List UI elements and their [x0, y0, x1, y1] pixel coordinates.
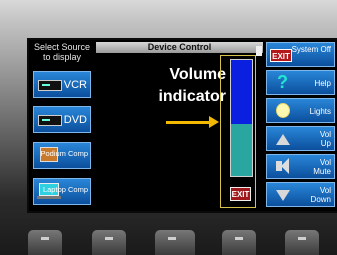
triangle-down-icon — [276, 190, 290, 201]
volume-bar-empty-portion — [231, 60, 252, 124]
vol-up-button[interactable]: Vol Up — [266, 126, 335, 151]
help-label: Help — [314, 79, 331, 88]
lights-label: Lights — [309, 107, 331, 116]
triangle-up-icon — [276, 134, 290, 145]
source-laptop-button[interactable]: Laptop Comp — [33, 178, 91, 205]
source-dvd-label: DVD — [63, 114, 87, 126]
source-panel-title: Select Source to display — [33, 42, 91, 62]
control-exit-button[interactable]: EXIT — [230, 187, 251, 201]
annotation-arrow — [166, 121, 210, 124]
panel-divider — [256, 46, 262, 56]
hardware-button[interactable] — [92, 230, 126, 255]
hardware-button[interactable] — [28, 230, 62, 255]
hardware-button-led — [298, 237, 306, 240]
source-laptop-label: Laptop Comp — [42, 185, 88, 194]
source-podium-label: Podium Comp — [40, 149, 88, 158]
hardware-button[interactable] — [155, 230, 195, 255]
lights-button[interactable]: Lights — [266, 98, 335, 123]
source-dvd-button[interactable]: DVD — [33, 106, 91, 133]
volume-indicator-annotation: Volume indicator — [158, 66, 226, 105]
hardware-button-led — [105, 237, 113, 240]
touch-screen: Select Source to display VCR DVD Podium … — [27, 38, 337, 213]
system-off-label: System Off — [291, 45, 331, 54]
hardware-button-led — [235, 237, 243, 240]
device-control-panel: Device Control Volume indicator EXIT — [96, 42, 263, 210]
speaker-mute-icon — [276, 158, 289, 174]
system-exit-icon: EXIT — [270, 49, 292, 62]
system-panel: EXIT System Off ? Help Lights Vol Up Vol… — [266, 42, 335, 210]
dvd-icon — [38, 115, 62, 126]
touch-panel-device: Select Source to display VCR DVD Podium … — [0, 0, 337, 255]
source-vcr-button[interactable]: VCR — [33, 71, 91, 98]
help-button[interactable]: ? Help — [266, 70, 335, 95]
vol-mute-button[interactable]: Vol Mute — [266, 154, 335, 179]
system-off-button[interactable]: EXIT System Off — [266, 42, 335, 67]
hardware-button-led — [168, 237, 176, 240]
vcr-icon — [38, 80, 62, 91]
hardware-button[interactable] — [285, 230, 319, 255]
vol-mute-label: Vol Mute — [313, 158, 331, 176]
vol-down-label: Vol Down — [310, 186, 331, 204]
vol-up-label: Vol Up — [319, 130, 331, 148]
hardware-button[interactable] — [222, 230, 256, 255]
volume-indicator: EXIT — [220, 55, 256, 208]
lightbulb-icon — [276, 103, 290, 118]
volume-bar — [230, 59, 253, 177]
source-vcr-label: VCR — [63, 79, 87, 91]
source-panel: Select Source to display VCR DVD Podium … — [31, 42, 92, 210]
device-control-title: Device Control — [96, 42, 263, 53]
source-podium-button[interactable]: Podium Comp — [33, 142, 91, 169]
hardware-button-led — [41, 237, 49, 240]
vol-down-button[interactable]: Vol Down — [266, 182, 335, 207]
annotation-arrowhead-icon — [209, 116, 219, 128]
help-question-icon: ? — [277, 72, 288, 92]
